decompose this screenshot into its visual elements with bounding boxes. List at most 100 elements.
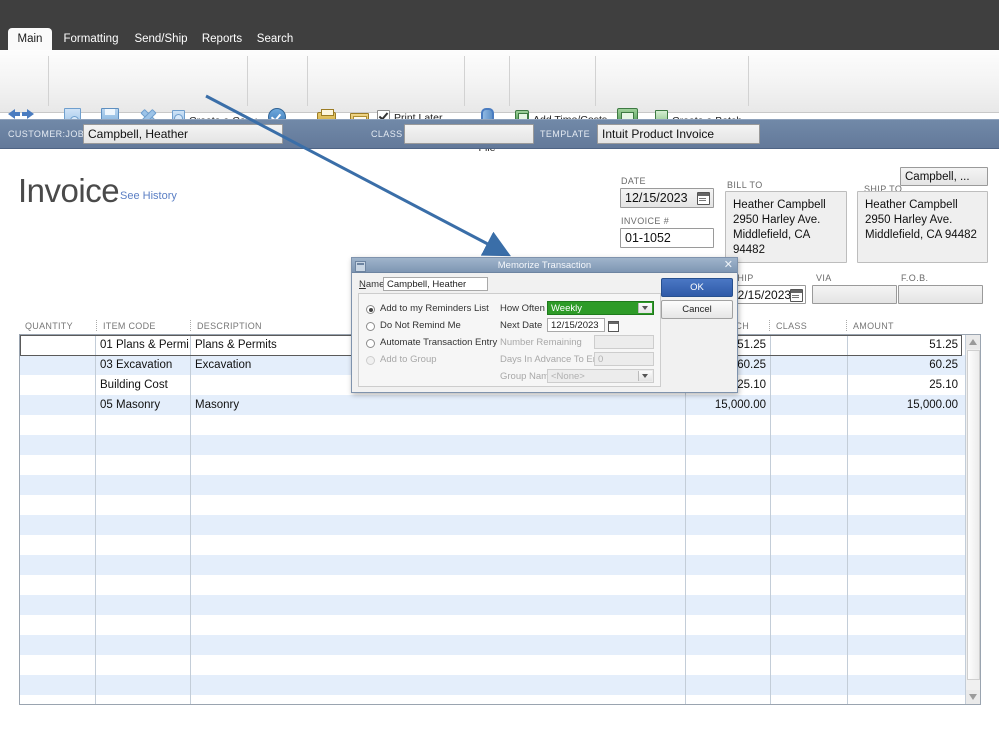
cell-amount[interactable] [848,535,962,555]
cell-amount[interactable] [848,695,962,704]
cell-description[interactable] [191,655,685,675]
cell-quantity[interactable] [20,415,95,435]
cell-amount[interactable] [848,415,962,435]
cell-price-each[interactable] [686,575,770,595]
cell-class[interactable] [771,395,847,415]
template-select[interactable]: Intuit Product Invoice [597,124,760,144]
cell-item-code[interactable] [96,415,190,435]
class-select[interactable] [404,124,534,144]
table-row[interactable] [20,535,980,555]
cell-quantity[interactable] [20,655,95,675]
cell-amount[interactable] [848,455,962,475]
cell-amount[interactable] [848,635,962,655]
table-row[interactable] [20,495,980,515]
cell-item-code[interactable] [96,435,190,455]
table-row[interactable] [20,475,980,495]
cell-class[interactable] [771,435,847,455]
cell-description[interactable] [191,695,685,704]
cell-item-code[interactable] [96,655,190,675]
cell-quantity[interactable] [20,375,95,395]
cell-price-each[interactable] [686,675,770,695]
cell-item-code[interactable] [96,535,190,555]
table-row[interactable] [20,455,980,475]
cell-quantity[interactable] [20,355,95,375]
cell-price-each[interactable] [686,615,770,635]
cell-description[interactable] [191,675,685,695]
cell-class[interactable] [771,515,847,535]
cell-price-each[interactable] [686,655,770,675]
cell-description[interactable] [191,495,685,515]
cell-quantity[interactable] [20,675,95,695]
cell-quantity[interactable] [20,435,95,455]
scroll-down-button[interactable] [966,690,980,704]
tab-formatting[interactable]: Formatting [56,28,126,50]
radio-do-not-remind[interactable] [366,322,375,331]
fob-field[interactable] [898,285,983,304]
tab-reports[interactable]: Reports [196,28,248,50]
tab-search[interactable]: Search [250,28,300,50]
vertical-scrollbar[interactable] [965,335,980,704]
cell-item-code[interactable] [96,555,190,575]
ship-to-address[interactable]: Heather Campbell 2950 Harley Ave. Middle… [857,191,988,263]
cell-description[interactable] [191,435,685,455]
bill-to-address[interactable]: Heather Campbell 2950 Harley Ave. Middle… [725,191,847,263]
ship-to-select[interactable]: Campbell, ... [900,167,988,186]
cell-price-each[interactable] [686,415,770,435]
cell-quantity[interactable] [20,575,95,595]
cell-quantity[interactable] [20,455,95,475]
cell-price-each[interactable] [686,495,770,515]
cancel-button[interactable]: Cancel [661,300,733,319]
cell-amount[interactable] [848,495,962,515]
cell-description[interactable]: Masonry [191,395,685,415]
table-row[interactable] [20,415,980,435]
cell-price-each[interactable] [686,435,770,455]
cell-quantity[interactable] [20,475,95,495]
name-input[interactable]: Campbell, Heather [383,277,488,291]
cell-class[interactable] [771,595,847,615]
cell-item-code[interactable] [96,455,190,475]
invoice-number-field[interactable]: 01-1052 [620,228,714,248]
cell-item-code[interactable] [96,675,190,695]
calendar-icon[interactable] [608,321,619,332]
ok-button[interactable]: OK [661,278,733,297]
cell-amount[interactable] [848,595,962,615]
table-row[interactable] [20,595,980,615]
cell-price-each[interactable] [686,535,770,555]
cell-amount[interactable] [848,615,962,635]
cell-description[interactable] [191,475,685,495]
how-often-select[interactable]: Weekly [547,301,654,315]
radio-add-to-reminders[interactable] [366,305,375,314]
cell-class[interactable] [771,495,847,515]
table-row[interactable] [20,615,980,635]
cell-class[interactable] [771,575,847,595]
cell-item-code[interactable] [96,635,190,655]
cell-class[interactable] [771,375,847,395]
table-row[interactable] [20,695,980,704]
cell-price-each[interactable] [686,475,770,495]
cell-class[interactable] [771,655,847,675]
back-arrow-icon[interactable] [8,109,20,119]
cell-amount[interactable]: 51.25 [848,335,962,355]
forward-arrow-icon[interactable] [22,109,34,119]
cell-class[interactable] [771,615,847,635]
cell-quantity[interactable] [20,535,95,555]
next-date-input[interactable]: 12/15/2023 [547,318,605,332]
cell-item-code[interactable]: 03 Excavation [96,355,190,375]
cell-class[interactable] [771,475,847,495]
cell-class[interactable] [771,335,847,355]
cell-item-code[interactable]: 05 Masonry [96,395,190,415]
cell-price-each[interactable] [686,515,770,535]
cell-description[interactable] [191,515,685,535]
cell-class[interactable] [771,535,847,555]
via-select[interactable] [812,285,897,304]
cell-amount[interactable] [848,575,962,595]
cell-amount[interactable]: 60.25 [848,355,962,375]
cell-class[interactable] [771,555,847,575]
table-row[interactable] [20,435,980,455]
cell-amount[interactable] [848,675,962,695]
cell-description[interactable] [191,575,685,595]
cell-class[interactable] [771,675,847,695]
cell-item-code[interactable] [96,695,190,704]
cell-class[interactable] [771,455,847,475]
calendar-icon[interactable] [790,289,803,302]
